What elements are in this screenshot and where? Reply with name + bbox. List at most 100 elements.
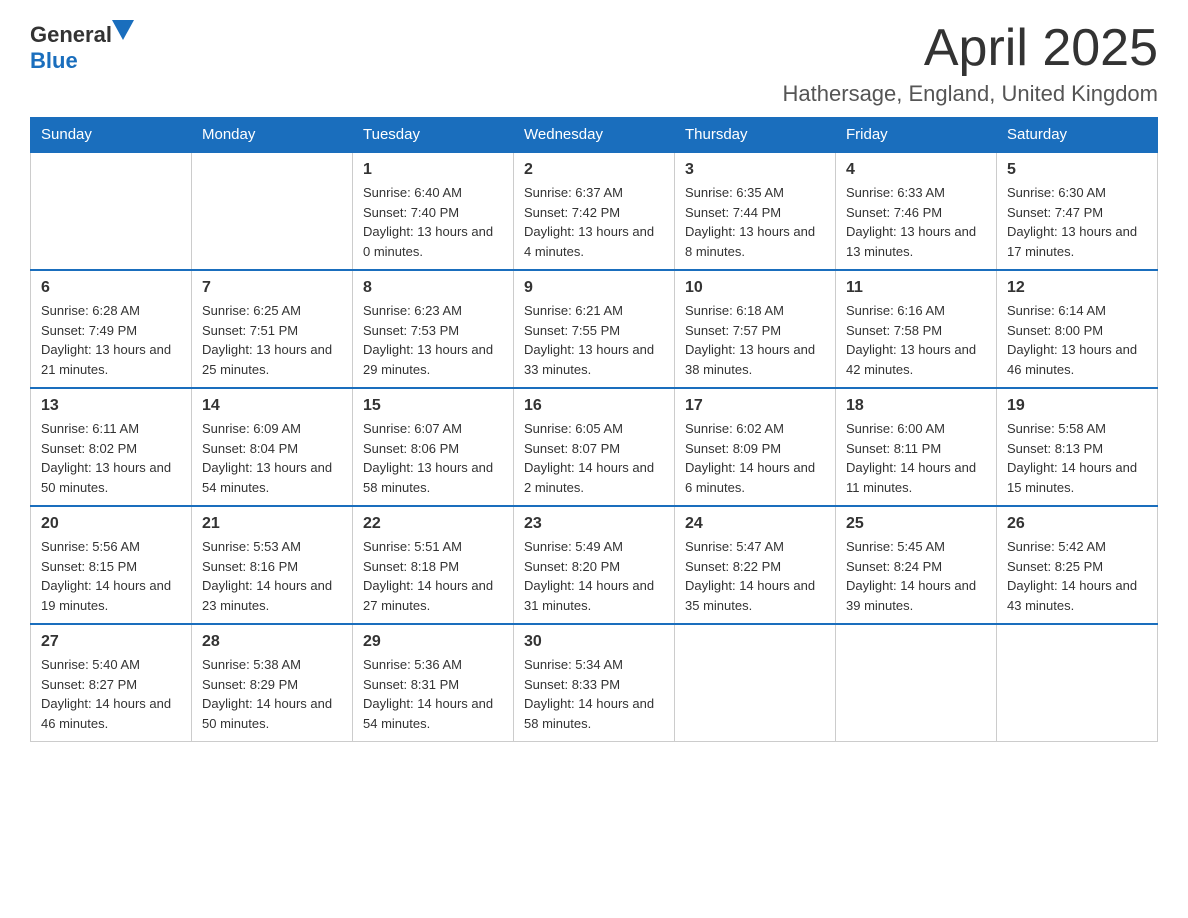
- day-number: 28: [202, 633, 342, 651]
- calendar-cell: [192, 152, 353, 270]
- day-info: Sunrise: 5:47 AMSunset: 8:22 PMDaylight:…: [685, 537, 825, 615]
- calendar-cell: 17 Sunrise: 6:02 AMSunset: 8:09 PMDayligh…: [675, 388, 836, 506]
- calendar-cell: [997, 624, 1158, 742]
- calendar-week-row: 20Sunrise: 5:56 AMSunset: 8:15 PMDayligh…: [31, 506, 1158, 624]
- day-number: 19: [1007, 397, 1147, 415]
- day-number: 21: [202, 515, 342, 533]
- day-info: Sunrise: 6:02 AMSunset: 8:09 PMDaylight:…: [685, 419, 825, 497]
- calendar-table: Sunday Monday Tuesday Wednesday Thursday…: [30, 117, 1158, 742]
- logo-triangle-icon: [112, 20, 134, 42]
- header-saturday: Saturday: [997, 118, 1158, 153]
- calendar-cell: 2Sunrise: 6:37 AMSunset: 7:42 PMDaylight…: [514, 152, 675, 270]
- calendar-week-row: 1Sunrise: 6:40 AMSunset: 7:40 PMDaylight…: [31, 152, 1158, 270]
- calendar-cell: 12 Sunrise: 6:14 AMSunset: 8:00 PMDayligh…: [997, 270, 1158, 388]
- day-number: 10: [685, 279, 825, 297]
- day-info: Sunrise: 5:53 AMSunset: 8:16 PMDaylight:…: [202, 537, 342, 615]
- day-info: Sunrise: 6:21 AMSunset: 7:55 PMDaylight:…: [524, 301, 664, 379]
- day-info: Sunrise: 6:05 AMSunset: 8:07 PMDaylight:…: [524, 419, 664, 497]
- day-number: 24: [685, 515, 825, 533]
- day-info: Sunrise: 5:42 AMSunset: 8:25 PMDaylight:…: [1007, 537, 1147, 615]
- calendar-cell: 29 Sunrise: 5:36 AMSunset: 8:31 PMDayligh…: [353, 624, 514, 742]
- day-info: Sunrise: 6:14 AMSunset: 8:00 PMDaylight:…: [1007, 301, 1147, 379]
- calendar-cell: 28 Sunrise: 5:38 AMSunset: 8:29 PMDayligh…: [192, 624, 353, 742]
- day-number: 16: [524, 397, 664, 415]
- day-info: Sunrise: 5:58 AMSunset: 8:13 PMDaylight:…: [1007, 419, 1147, 497]
- day-info: Sunrise: 6:16 AMSunset: 7:58 PMDaylight:…: [846, 301, 986, 379]
- day-info: Sunrise: 6:09 AMSunset: 8:04 PMDaylight:…: [202, 419, 342, 497]
- calendar-cell: 6 Sunrise: 6:28 AMSunset: 7:49 PMDaylight…: [31, 270, 192, 388]
- calendar-cell: 24 Sunrise: 5:47 AMSunset: 8:22 PMDayligh…: [675, 506, 836, 624]
- day-number: 9: [524, 279, 664, 297]
- day-number: 6: [41, 279, 181, 297]
- day-number: 20: [41, 515, 181, 533]
- day-info: Sunrise: 6:33 AMSunset: 7:46 PMDaylight:…: [846, 183, 986, 261]
- calendar-cell: [31, 152, 192, 270]
- day-number: 7: [202, 279, 342, 297]
- header-wednesday: Wednesday: [514, 118, 675, 153]
- day-info: Sunrise: 5:45 AMSunset: 8:24 PMDaylight:…: [846, 537, 986, 615]
- calendar-cell: 21 Sunrise: 5:53 AMSunset: 8:16 PMDayligh…: [192, 506, 353, 624]
- day-info: Sunrise: 6:25 AMSunset: 7:51 PMDaylight:…: [202, 301, 342, 379]
- calendar-cell: 25 Sunrise: 5:45 AMSunset: 8:24 PMDayligh…: [836, 506, 997, 624]
- day-info: Sunrise: 5:38 AMSunset: 8:29 PMDaylight:…: [202, 655, 342, 733]
- day-number: 17: [685, 397, 825, 415]
- day-number: 18: [846, 397, 986, 415]
- header-thursday: Thursday: [675, 118, 836, 153]
- logo: General Blue: [30, 20, 134, 74]
- calendar-cell: 14 Sunrise: 6:09 AMSunset: 8:04 PMDayligh…: [192, 388, 353, 506]
- day-number: 23: [524, 515, 664, 533]
- day-info: Sunrise: 6:28 AMSunset: 7:49 PMDaylight:…: [41, 301, 181, 379]
- day-number: 30: [524, 633, 664, 651]
- calendar-cell: 18 Sunrise: 6:00 AMSunset: 8:11 PMDayligh…: [836, 388, 997, 506]
- day-info: Sunrise: 6:11 AMSunset: 8:02 PMDaylight:…: [41, 419, 181, 497]
- calendar-cell: 4Sunrise: 6:33 AMSunset: 7:46 PMDaylight…: [836, 152, 997, 270]
- calendar-cell: 1Sunrise: 6:40 AMSunset: 7:40 PMDaylight…: [353, 152, 514, 270]
- calendar-cell: 5 Sunrise: 6:30 AMSunset: 7:47 PMDaylight…: [997, 152, 1158, 270]
- calendar-header-row: Sunday Monday Tuesday Wednesday Thursday…: [31, 118, 1158, 153]
- day-info: Sunrise: 5:40 AMSunset: 8:27 PMDaylight:…: [41, 655, 181, 733]
- header-friday: Friday: [836, 118, 997, 153]
- day-info: Sunrise: 6:07 AMSunset: 8:06 PMDaylight:…: [363, 419, 503, 497]
- calendar-cell: [836, 624, 997, 742]
- location-subtitle: Hathersage, England, United Kingdom: [783, 81, 1158, 107]
- month-title: April 2025: [783, 20, 1158, 77]
- day-number: 1: [363, 161, 503, 179]
- day-info: Sunrise: 5:51 AMSunset: 8:18 PMDaylight:…: [363, 537, 503, 615]
- day-info: Sunrise: 5:49 AMSunset: 8:20 PMDaylight:…: [524, 537, 664, 615]
- calendar-cell: 26 Sunrise: 5:42 AMSunset: 8:25 PMDayligh…: [997, 506, 1158, 624]
- day-number: 14: [202, 397, 342, 415]
- day-number: 25: [846, 515, 986, 533]
- calendar-cell: 13 Sunrise: 6:11 AMSunset: 8:02 PMDayligh…: [31, 388, 192, 506]
- calendar-week-row: 27Sunrise: 5:40 AMSunset: 8:27 PMDayligh…: [31, 624, 1158, 742]
- calendar-cell: 11 Sunrise: 6:16 AMSunset: 7:58 PMDayligh…: [836, 270, 997, 388]
- day-info: Sunrise: 6:35 AMSunset: 7:44 PMDaylight:…: [685, 183, 825, 261]
- calendar-cell: 9 Sunrise: 6:21 AMSunset: 7:55 PMDaylight…: [514, 270, 675, 388]
- calendar-cell: 22 Sunrise: 5:51 AMSunset: 8:18 PMDayligh…: [353, 506, 514, 624]
- day-info: Sunrise: 6:23 AMSunset: 7:53 PMDaylight:…: [363, 301, 503, 379]
- day-number: 5: [1007, 161, 1147, 179]
- day-info: Sunrise: 6:30 AMSunset: 7:47 PMDaylight:…: [1007, 183, 1147, 261]
- page-header: General Blue April 2025 Hathersage, Engl…: [30, 20, 1158, 107]
- day-number: 29: [363, 633, 503, 651]
- day-info: Sunrise: 5:36 AMSunset: 8:31 PMDaylight:…: [363, 655, 503, 733]
- calendar-cell: [675, 624, 836, 742]
- day-info: Sunrise: 6:00 AMSunset: 8:11 PMDaylight:…: [846, 419, 986, 497]
- header-tuesday: Tuesday: [353, 118, 514, 153]
- calendar-cell: 27Sunrise: 5:40 AMSunset: 8:27 PMDayligh…: [31, 624, 192, 742]
- day-number: 11: [846, 279, 986, 297]
- calendar-cell: 8Sunrise: 6:23 AMSunset: 7:53 PMDaylight…: [353, 270, 514, 388]
- title-section: April 2025 Hathersage, England, United K…: [783, 20, 1158, 107]
- day-info: Sunrise: 5:34 AMSunset: 8:33 PMDaylight:…: [524, 655, 664, 733]
- calendar-cell: 23 Sunrise: 5:49 AMSunset: 8:20 PMDayligh…: [514, 506, 675, 624]
- header-monday: Monday: [192, 118, 353, 153]
- day-number: 13: [41, 397, 181, 415]
- logo-text: General Blue: [30, 20, 134, 74]
- day-info: Sunrise: 6:37 AMSunset: 7:42 PMDaylight:…: [524, 183, 664, 261]
- day-info: Sunrise: 6:18 AMSunset: 7:57 PMDaylight:…: [685, 301, 825, 379]
- day-number: 12: [1007, 279, 1147, 297]
- day-number: 22: [363, 515, 503, 533]
- day-number: 26: [1007, 515, 1147, 533]
- calendar-week-row: 6 Sunrise: 6:28 AMSunset: 7:49 PMDaylight…: [31, 270, 1158, 388]
- day-number: 15: [363, 397, 503, 415]
- calendar-cell: 3Sunrise: 6:35 AMSunset: 7:44 PMDaylight…: [675, 152, 836, 270]
